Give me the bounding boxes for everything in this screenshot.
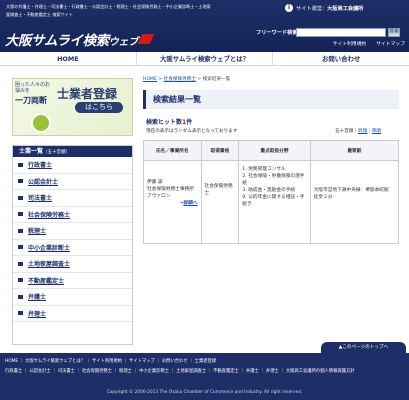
arrow-icon	[18, 245, 23, 250]
column-header-name: 氏名／事業所名	[144, 141, 202, 160]
nav-about[interactable]: 大阪サムライ検索ウェブとは？	[137, 52, 274, 65]
page-title-bar: 検索結果一覧	[143, 90, 399, 109]
global-nav: HOME 大阪サムライ検索ウェブとは？ お問い合わせ	[0, 52, 409, 66]
site-footer: HOME ｜ 大阪サムライ検索ウェブとは？ ｜ サイト利用規約 ｜ サイトマップ…	[0, 353, 409, 400]
results-table: 氏名／事業所名 取得資格 重点取扱分野 最寄駅 伊藤 諭 社会保険労務士事務所ア…	[143, 140, 399, 244]
detail-link[interactable]: 詳細へ	[183, 201, 197, 206]
footer-links-professions[interactable]: 行政書士 ｜ 公認会計士 ｜ 司法書士 ｜ 社会保険労務士 ｜ 税理士 ｜ 中小…	[5, 368, 405, 374]
cell-qualification: 社会保険労務士	[202, 161, 240, 243]
breadcrumb-home[interactable]: HOME	[143, 77, 157, 82]
profession-sidebar: 士業一覧（五十音順） 行政書士 公認会計士 司法書士 社会保険労務士 税理士 中…	[12, 145, 133, 345]
sidebar-heading: 士業一覧（五十音順）	[13, 146, 132, 157]
cell-name: 伊藤 諭 社会保険労務士事務所アヴァロン ⇒詳細へ	[144, 161, 202, 243]
breadcrumb-current: 検索結果一覧	[202, 77, 231, 82]
sidebar-item-benrishi[interactable]: 弁理士	[13, 306, 132, 322]
column-header-specialties: 重点取扱分野	[239, 141, 311, 160]
terms-link[interactable]: サイト利用規約	[333, 40, 367, 48]
page-top-button[interactable]: ▲このページのトップへ	[321, 342, 406, 353]
cell-station: 大阪市営地下鉄中央線 堺筋本町駅 徒歩２分	[313, 188, 394, 200]
site-header: 大阪の弁護士・弁理士・司法書士・行政書士・公認会計士・税理士・社会保険労務士・中…	[0, 0, 409, 52]
office-name: 社会保険労務士事務所アヴァロン	[147, 187, 194, 199]
person-name: 伊藤 諭	[147, 180, 163, 185]
banner-lead: 困った人々のお悩みを 一刀両断	[15, 82, 51, 105]
column-header-qualification: 取得資格	[202, 141, 240, 160]
page-title: 検索結果一覧	[153, 95, 201, 104]
breadcrumb-category[interactable]: 社会保険労務士	[164, 77, 196, 82]
site-logo[interactable]: 大阪サムライ検索ウェブ	[5, 29, 155, 49]
sidebar-item-shiho[interactable]: 司法書士	[13, 190, 132, 207]
arrow-icon	[18, 195, 23, 200]
sort-desc-link[interactable]: 降順	[372, 129, 381, 134]
header-tagline: 大阪の弁護士・弁理士・司法書士・行政書士・公認会計士・税理士・社会保険労務士・中…	[6, 4, 211, 17]
sidebar-item-gyosei[interactable]: 行政書士	[13, 157, 132, 174]
banner-title: 士業者登録	[57, 87, 118, 101]
search-input[interactable]	[296, 27, 386, 37]
arrow-icon	[18, 179, 23, 184]
random-display-note: 現在の表示はランダム表示となっております	[146, 129, 238, 134]
logo-text: 大阪サムライ検索ウェブ	[5, 34, 138, 49]
info-icon: i	[285, 4, 293, 12]
sidebar-item-bengoshi[interactable]: 弁護士	[13, 289, 132, 306]
arrow-icon	[18, 162, 23, 167]
registration-banner[interactable]: 困った人々のお悩みを 一刀両断 士業者登録 はこちら	[12, 78, 133, 136]
column-header-station: 最寄駅	[347, 148, 362, 154]
nav-home[interactable]: HOME	[0, 52, 137, 65]
arrow-icon	[18, 228, 23, 233]
beginner-mark-icon	[31, 113, 51, 133]
sort-controls: 五十音順｜昇順｜降順	[335, 129, 382, 134]
site-management: i サイト運営： 大阪商工会議所	[285, 3, 363, 13]
sitemap-link[interactable]: サイトマップ	[376, 40, 405, 48]
arrow-icon	[18, 261, 23, 266]
arrow-icon	[18, 278, 23, 283]
search-label: フリーワード検索	[256, 29, 298, 36]
footer-links-main[interactable]: HOME ｜ 大阪サムライ検索ウェブとは？ ｜ サイト利用規約 ｜ サイトマップ…	[5, 358, 405, 364]
header-links: サイト利用規約 サイトマップ	[300, 40, 405, 48]
search-button[interactable]: 検索	[388, 27, 400, 37]
nav-contact[interactable]: お問い合わせ	[273, 52, 409, 65]
cell-specialties: 1. 労務管理コンサル 2. 社会保険・労働保険の諸手続 3. 助成金・奨励金の…	[239, 161, 311, 243]
breadcrumb: HOME > 社会保険労務士 > 検索結果一覧	[143, 77, 231, 82]
arrow-icon	[18, 212, 23, 217]
free-word-search: フリーワード検索 検索	[250, 27, 405, 37]
logo-swoosh-icon	[137, 34, 155, 44]
arrow-icon	[18, 294, 23, 299]
sidebar-item-kaikei[interactable]: 公認会計士	[13, 174, 132, 190]
banner-cta: はこちら	[75, 102, 123, 113]
copyright: Copyright © 2006-2013 The Osaka Chamber …	[106, 390, 303, 395]
site-management-name[interactable]: 大阪商工会議所	[327, 5, 363, 12]
arrow-icon	[18, 311, 23, 316]
sort-asc-link[interactable]: 昇順	[358, 129, 367, 134]
sidebar-item-fudosan[interactable]: 不動産鑑定士	[13, 273, 132, 289]
sidebar-item-shindanshi[interactable]: 中小企業診断士	[13, 240, 132, 256]
sidebar-item-sharoshi[interactable]: 社会保険労務士	[13, 207, 132, 223]
sidebar-item-tochi[interactable]: 土地家屋調査士	[13, 256, 132, 273]
table-header: 氏名／事業所名 取得資格 重点取扱分野 最寄駅	[144, 141, 398, 161]
table-row: 伊藤 諭 社会保険労務士事務所アヴァロン ⇒詳細へ 社会保険労務士 1. 労務管…	[144, 161, 398, 243]
sidebar-item-zeirishi[interactable]: 税理士	[13, 223, 132, 240]
site-management-label: サイト運営：	[296, 5, 328, 12]
hit-count: 検索ヒット数1件	[146, 119, 193, 126]
